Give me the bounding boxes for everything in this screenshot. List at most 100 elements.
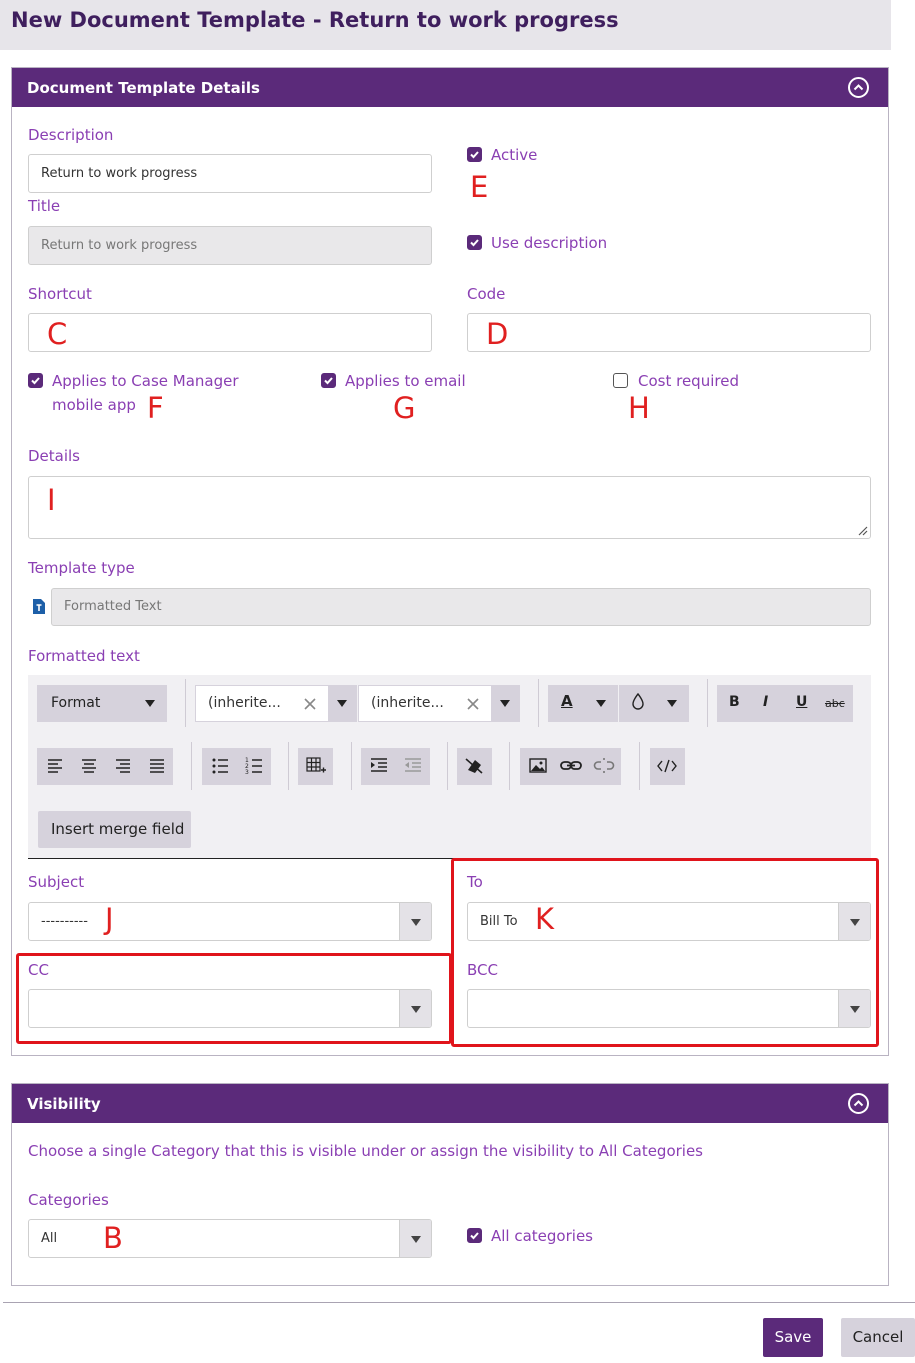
outdent-icon[interactable] [397,748,429,785]
applies-case-manager-label-line2[interactable]: mobile app [52,396,136,414]
footer-divider [3,1302,915,1303]
clear-formatting-button[interactable] [457,748,492,785]
font-size-value: (inherite... [371,695,444,711]
svg-text:3: 3 [245,769,249,776]
toolbar-divider [707,679,708,727]
code-icon [657,759,677,773]
droplet-icon [632,693,644,710]
annotation-d: D [486,317,509,351]
link-icon[interactable] [555,748,587,785]
italic-button[interactable]: I [763,694,768,710]
use-description-checkbox[interactable] [467,235,482,250]
page-title: New Document Template - Return to work p… [11,8,619,32]
annotation-c: C [47,317,68,351]
all-categories-checkbox[interactable] [467,1228,482,1243]
description-input[interactable]: Return to work progress [28,154,432,193]
active-label[interactable]: Active [491,146,537,164]
insert-merge-field-label: Insert merge field [51,820,185,838]
shortcut-input[interactable] [28,313,432,352]
font-color-button[interactable]: A [548,685,618,722]
cost-required-label[interactable]: Cost required [638,372,739,390]
collapse-up-icon[interactable] [848,1093,869,1114]
alignment-group [37,748,173,785]
chevron-down-icon [145,700,155,707]
image-icon[interactable] [522,748,554,785]
view-source-button[interactable] [650,748,685,785]
subject-select[interactable]: ---------- [28,902,432,941]
collapse-up-icon[interactable] [848,77,869,98]
underline-button[interactable]: U [796,694,807,710]
font-size-dropdown[interactable]: (inherite... [358,685,520,722]
align-left-icon[interactable] [39,748,71,785]
editor-toolbar: Format (inherite... (inherite... A B I U… [28,675,871,859]
categories-value: All [41,1231,58,1246]
details-label: Details [28,447,81,465]
align-justify-icon[interactable] [141,748,173,785]
shortcut-label: Shortcut [28,285,92,303]
toolbar-divider [447,742,448,790]
bullet-list-icon[interactable] [204,748,236,785]
toolbar-divider [288,742,289,790]
toolbar-divider [639,742,640,790]
insert-merge-field-button[interactable]: Insert merge field [38,811,191,848]
clear-formatting-icon [465,758,483,774]
annotation-b: B [103,1221,123,1255]
subject-label: Subject [28,873,85,891]
active-checkbox[interactable] [467,147,482,162]
chevron-down-icon[interactable] [399,1220,431,1257]
font-family-value: (inherite... [208,695,281,711]
font-size-arrow[interactable] [491,686,519,721]
template-type-input: Formatted Text [51,588,871,626]
numbered-list-icon[interactable]: 123 [238,748,270,785]
details-panel-header[interactable]: Document Template Details [12,68,888,107]
toolbar-divider [538,679,539,727]
formatted-text-label: Formatted text [28,647,140,665]
applies-case-manager-checkbox[interactable] [28,373,43,388]
align-center-icon[interactable] [73,748,105,785]
background-color-button[interactable] [619,685,689,722]
code-input[interactable] [467,313,871,352]
table-icon [306,757,326,773]
font-family-dropdown[interactable]: (inherite... [195,685,357,722]
subject-value: ---------- [41,914,88,929]
cancel-button[interactable]: Cancel [841,1318,915,1357]
strikethrough-button[interactable]: abc [825,697,845,710]
visibility-panel-title: Visibility [27,1095,101,1113]
categories-label: Categories [28,1191,109,1209]
annotation-f: F [147,391,164,425]
document-text-icon [33,599,45,614]
applies-email-label[interactable]: Applies to email [345,372,466,390]
cost-required-checkbox[interactable] [613,373,628,388]
details-textarea[interactable] [28,476,871,539]
align-right-icon[interactable] [107,748,139,785]
annotation-h: H [628,391,650,425]
list-group: 123 [202,748,271,785]
use-description-label[interactable]: Use description [491,234,607,252]
chevron-down-icon [667,700,677,707]
annotation-highlight-cc [16,953,452,1044]
format-dropdown[interactable]: Format [37,685,167,722]
bold-button[interactable]: B [729,694,740,710]
applies-email-checkbox[interactable] [321,373,336,388]
categories-select[interactable]: All [28,1219,432,1258]
indent-icon[interactable] [363,748,395,785]
font-family-arrow[interactable] [328,686,356,721]
font-color-icon: A [561,692,573,710]
unlink-icon[interactable] [588,748,620,785]
visibility-help-text: Choose a single Category that this is vi… [28,1142,703,1160]
media-group [520,748,621,785]
text-style-group: B I U abc [717,685,853,722]
save-button[interactable]: Save [763,1318,823,1357]
visibility-panel-header[interactable]: Visibility [12,1084,888,1123]
chevron-down-icon[interactable] [399,903,431,940]
annotation-j: J [105,902,114,936]
clear-x-icon[interactable] [304,698,316,710]
details-panel-title: Document Template Details [27,79,260,97]
template-type-label: Template type [28,559,135,577]
clear-x-icon[interactable] [467,698,479,710]
title-label: Title [28,197,61,215]
all-categories-label[interactable]: All categories [491,1227,593,1245]
resize-grip-icon[interactable] [856,524,868,536]
applies-case-manager-label-line1[interactable]: Applies to Case Manager [52,372,239,390]
insert-table-button[interactable] [298,748,333,785]
